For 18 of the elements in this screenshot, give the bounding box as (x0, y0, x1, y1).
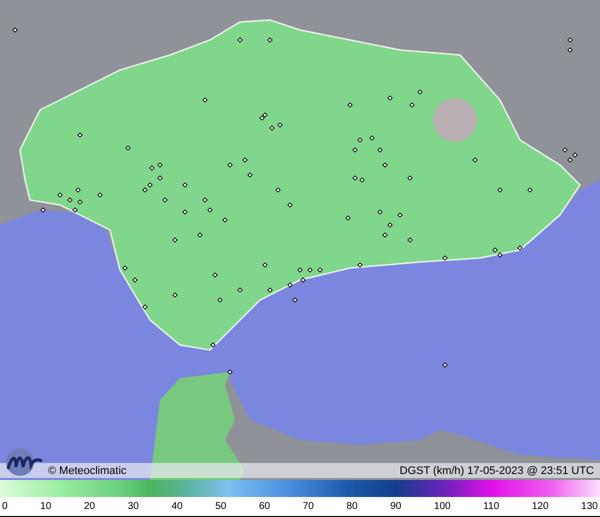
scale-tick-label: 0 (2, 501, 8, 512)
scale-tick-label: 100 (434, 501, 451, 512)
scale-tick-label: 70 (302, 501, 314, 512)
scale-tick-label: 50 (215, 501, 226, 512)
high-ground-area (433, 98, 477, 142)
scale-tick-label: 90 (390, 501, 402, 512)
scale-tick-label: 30 (128, 501, 139, 512)
brand-label: © Meteoclimatic (48, 464, 126, 476)
scale-tick-label: 40 (171, 501, 183, 512)
scale-tick-label: 10 (40, 501, 52, 512)
scale-tick-label: 120 (532, 501, 549, 512)
scale-tick-label: 60 (258, 501, 270, 512)
scale-tick-label: 80 (346, 501, 358, 512)
scale-tick-label: 110 (483, 501, 500, 512)
scale-tick-label: 20 (84, 501, 96, 512)
map-caption: DGST (km/h) 17-05-2023 @ 23:51 UTC (400, 464, 594, 476)
wave-logo-icon (4, 447, 44, 477)
scale-tick-label: 130 (581, 501, 598, 512)
